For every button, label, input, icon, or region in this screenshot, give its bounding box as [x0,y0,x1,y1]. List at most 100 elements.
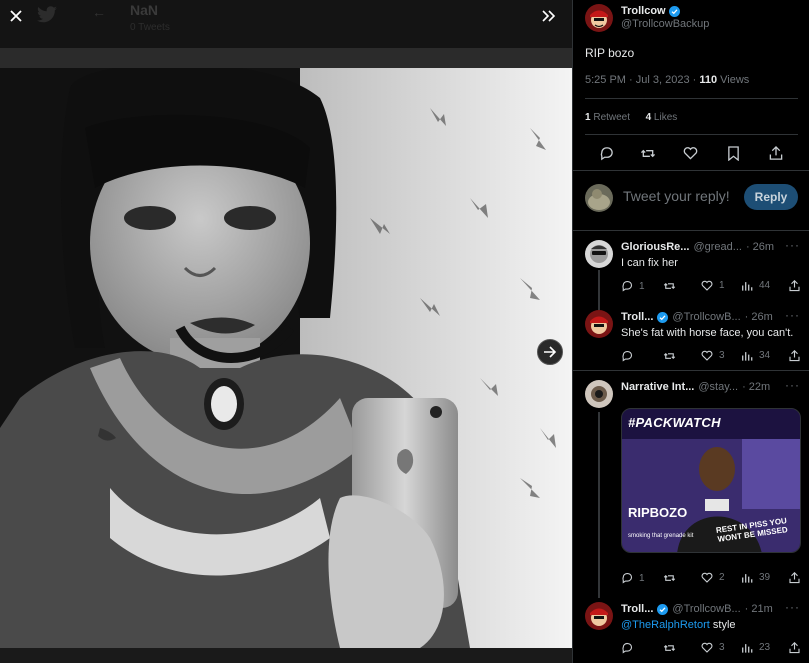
author-handle[interactable]: @TrollcowBackup [621,18,709,30]
like-button[interactable]: 3 [701,642,725,653]
back-arrow-icon: ← [92,4,106,20]
post-detail-panel: Trollcow @TrollcowBackup RIP bozo 5:25 P… [572,0,809,663]
reply-author-name[interactable]: Narrative Int... [621,381,694,393]
reply-author-name[interactable]: Troll... [621,311,653,323]
reply-composer: Tweet your reply! Reply [573,180,809,216]
reply-submit-button[interactable]: Reply [744,184,798,210]
reply-time[interactable]: · 21m [745,603,773,615]
views-count: 44 [759,280,771,291]
reply-count: 1 [639,280,645,292]
divider [585,98,798,99]
avatar[interactable] [585,240,613,268]
glorious-avatar-icon [585,240,613,268]
heart-icon [683,147,697,160]
likes-stat[interactable]: 4 Likes [646,112,678,123]
more-options-button[interactable]: ··· [785,378,800,392]
background-profile-name: NaN [130,2,159,18]
share-icon [789,572,800,584]
close-button[interactable] [6,6,26,26]
avatar[interactable] [585,4,613,32]
reply-author-name[interactable]: GloriousRe... [621,241,689,253]
trollcow-avatar-icon [585,310,613,338]
heart-icon [701,572,713,583]
avatar[interactable] [585,602,613,630]
selfie-image [0,68,572,648]
views-count: 39 [759,572,771,583]
views-button[interactable]: 23 [741,642,770,653]
analytics-icon [742,644,753,653]
reply-count-button[interactable]: 1 [621,280,645,292]
reply-count-button[interactable]: 1 [621,572,645,584]
more-options-button[interactable]: ··· [785,600,800,614]
share-button[interactable] [789,350,800,362]
reply-time[interactable]: · 26m [746,241,774,253]
reply-author-name[interactable]: Troll... [621,603,653,615]
verified-badge-icon [657,311,669,323]
reply-text-rest: style [709,619,736,631]
like-button[interactable]: 3 [701,350,725,361]
reply-count-button[interactable] [621,642,639,654]
bookmark-action-button[interactable] [724,144,742,162]
thread-line [598,412,600,598]
retweets-label: Retweet [590,112,631,123]
reply-input[interactable]: Tweet your reply! [623,188,730,204]
reply-author-handle[interactable]: @gread... [693,241,741,253]
reply-text: She's fat with horse face, you can't. [621,327,794,339]
reply-author-handle[interactable]: @stay... [698,381,738,393]
reply-author-handle[interactable]: @TrollcowB... [672,311,740,323]
views-label: Views [717,74,750,86]
meme-hashtag: #PACKWATCH [628,415,721,430]
reply-media[interactable]: #PACKWATCH RIPBOZO smoking that grenade … [621,408,801,553]
author-name[interactable]: Trollcow [621,5,666,17]
post-text: RIP bozo [585,46,635,60]
reply-time[interactable]: · 26m [745,311,773,323]
twitter-bird-icon [37,6,57,23]
retweet-button[interactable] [663,280,682,292]
double-chevron-right-icon [542,10,556,22]
like-button[interactable]: 2 [701,572,725,583]
views-count: 110 [699,74,718,86]
viewer-bottom-bar [0,648,572,663]
share-button[interactable] [789,642,800,654]
views-button[interactable]: 39 [741,572,770,583]
divider [573,370,809,371]
share-action-button[interactable] [767,144,785,162]
meme-caption-left: smoking that grenade kit [628,533,694,539]
verified-badge-icon [657,603,669,615]
like-button[interactable]: 1 [701,280,725,291]
retweet-action-button[interactable] [639,144,657,162]
retweets-stat[interactable]: 1 Retweet [585,112,630,123]
retweet-button[interactable] [663,572,682,584]
reply-icon [622,280,633,292]
more-options-button[interactable]: ··· [785,238,800,252]
current-user-avatar[interactable] [585,184,613,212]
share-icon [789,642,800,654]
like-action-button[interactable] [681,144,699,162]
arrow-right-icon [544,346,557,358]
divider [573,170,809,171]
close-icon [10,10,22,22]
post-meta: 5:25 PM · Jul 3, 2023 · 110 Views [585,74,749,86]
avatar[interactable] [585,380,613,408]
retweet-button[interactable] [663,350,682,362]
retweet-button[interactable] [663,642,682,654]
share-button[interactable] [789,572,800,584]
engagement-stats: 1 Retweet 4 Likes [585,112,677,123]
background-banner [0,48,572,68]
mention-link[interactable]: @TheRalphRetort [621,619,710,631]
divider [573,230,809,231]
more-options-button[interactable]: ··· [785,308,800,322]
reply-time[interactable]: · 22m [742,381,770,393]
next-image-button[interactable] [537,339,563,365]
post-timestamp[interactable]: 5:25 PM · Jul 3, 2023 · [585,74,699,86]
post-photo [0,68,572,648]
avatar[interactable] [585,310,613,338]
views-button[interactable]: 34 [741,350,770,361]
share-button[interactable] [789,280,800,292]
reply-author-handle[interactable]: @TrollcowB... [672,603,740,615]
heart-icon [701,350,713,361]
reply-action-button[interactable] [597,144,615,162]
views-button[interactable]: 44 [741,280,770,291]
toggle-panel-button[interactable] [538,6,560,26]
reply-count-button[interactable] [621,350,639,362]
